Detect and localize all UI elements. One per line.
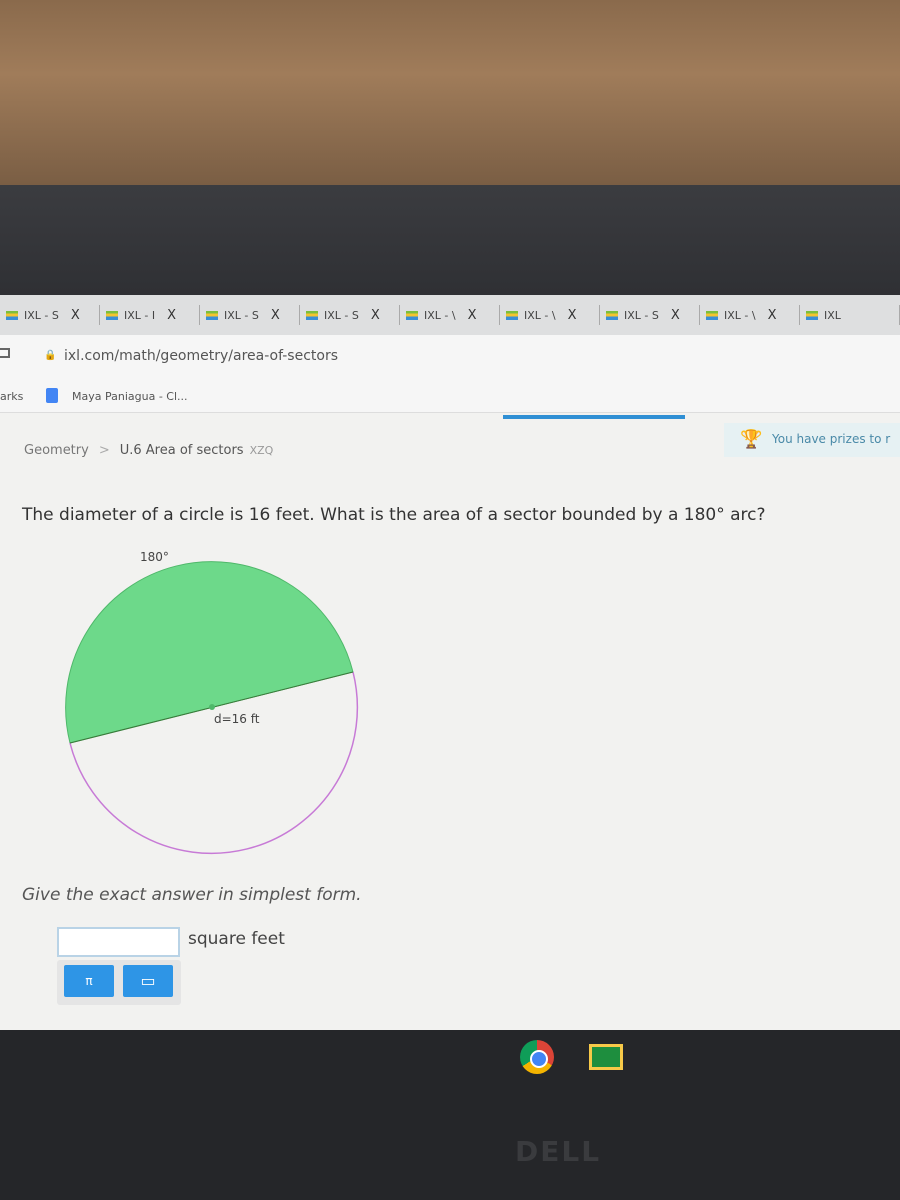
answer-input[interactable] (57, 927, 180, 957)
fraction-button[interactable]: ▭ (123, 965, 173, 997)
math-keypad: π ▭ (57, 960, 181, 1005)
browser-window: IXL - S X IXL - I X IXL - S X IXL - S X IXL - \ X… (0, 295, 900, 1030)
center-point (209, 704, 215, 710)
chrome-icon[interactable] (520, 1040, 554, 1074)
os-shelf: DELL (0, 1030, 900, 1200)
google-classroom-icon[interactable] (589, 1044, 623, 1070)
monitor-bezel (0, 185, 900, 295)
sector-figure: 180° d=16 ft (65, 550, 359, 855)
arc-label: 180° (140, 550, 169, 564)
sector-shape (65, 561, 354, 744)
diameter-label: d=16 ft (214, 712, 260, 726)
background-wall (0, 0, 900, 185)
pi-button[interactable]: π (64, 965, 114, 997)
unit-label: square feet (188, 929, 285, 949)
instruction-text: Give the exact answer in simplest form. (22, 885, 362, 905)
fraction-icon: ▭ (140, 971, 156, 990)
dell-logo: DELL (515, 1135, 602, 1168)
